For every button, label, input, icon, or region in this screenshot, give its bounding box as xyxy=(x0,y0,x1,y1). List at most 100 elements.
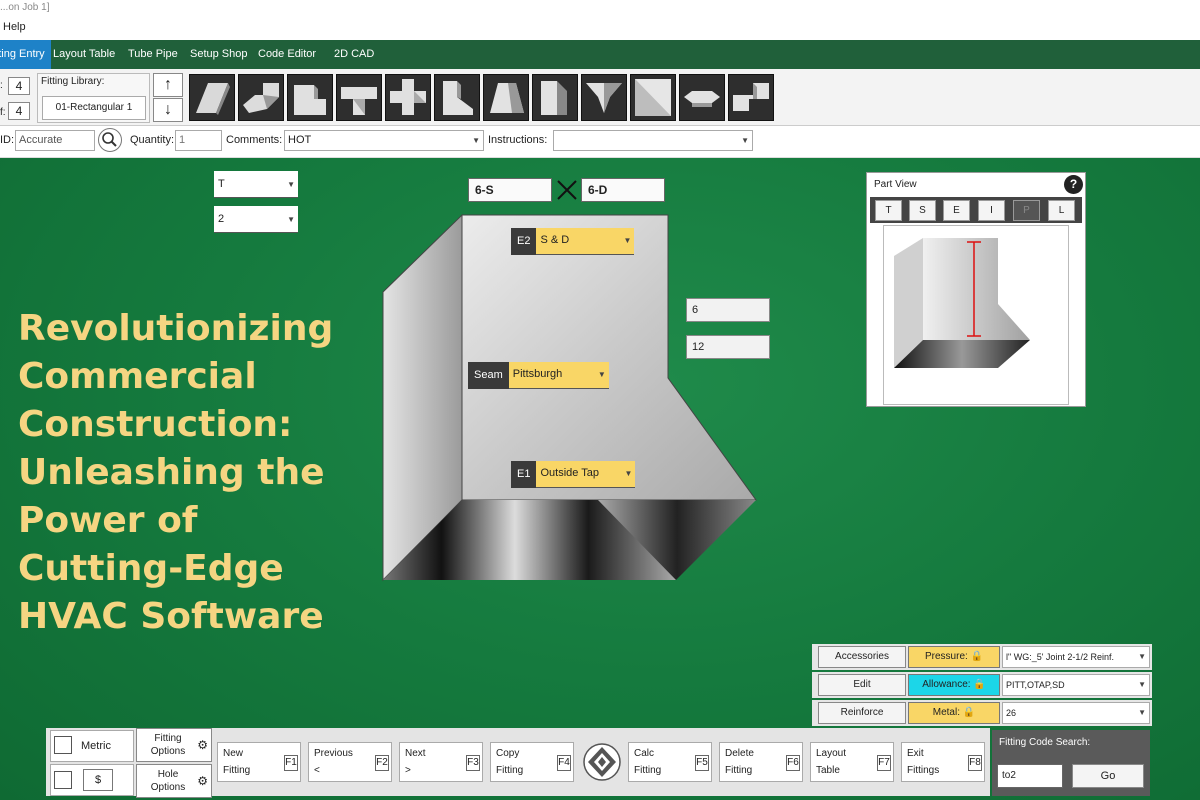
quantity-input[interactable]: 1 xyxy=(175,130,222,151)
end-1-connector[interactable]: E1 Outside Tap ▼ xyxy=(511,461,636,488)
wye-icon[interactable] xyxy=(434,74,480,121)
hole-options-button[interactable]: Hole Options ⚙ xyxy=(136,764,212,798)
tab-tube-pipe[interactable]: Tube Pipe xyxy=(122,40,184,69)
metric-checkbox[interactable] xyxy=(54,736,72,754)
part-view-title: Part View xyxy=(874,179,917,190)
button-line-1: Next xyxy=(405,748,426,759)
offset-icon[interactable] xyxy=(238,74,284,121)
tab-code-editor[interactable]: Code Editor xyxy=(252,40,322,69)
library-up-button[interactable]: ↑ xyxy=(153,73,183,97)
square-panel-icon[interactable] xyxy=(630,74,676,121)
ribbon-tabs: Fitting Entry Layout Table Tube Pipe Set… xyxy=(0,40,1200,69)
search-button[interactable] xyxy=(98,128,122,152)
chevron-down-icon: ▼ xyxy=(1138,680,1146,689)
id-input[interactable]: Accurate xyxy=(15,130,95,151)
end-1-select[interactable]: Outside Tap ▼ xyxy=(536,461,636,488)
copy-fitting-button[interactable]: Copy Fitting F4 xyxy=(490,742,574,782)
id-label: ID: xyxy=(0,134,15,146)
dimension-left-input[interactable]: 6-S xyxy=(468,178,552,202)
tab-2d-cad[interactable]: 2D CAD xyxy=(328,40,380,69)
fitting-code-search-input[interactable]: to2 xyxy=(997,764,1063,788)
currency-toggle[interactable]: $ xyxy=(50,764,134,796)
edit-button[interactable]: Edit xyxy=(818,674,906,696)
pressure-value: l" WG:_5' Joint 2-1/2 Reinf. xyxy=(1006,652,1114,662)
length-input[interactable]: 12 xyxy=(686,335,770,359)
chevron-down-icon: ▼ xyxy=(1138,652,1146,661)
transition-icon[interactable] xyxy=(483,74,529,121)
pressure-select[interactable]: l" WG:_5' Joint 2-1/2 Reinf. ▼ xyxy=(1002,646,1150,668)
currency-checkbox[interactable] xyxy=(54,771,72,789)
delete-fitting-button[interactable]: Delete Fitting F6 xyxy=(719,742,803,782)
view-tab-end[interactable]: E xyxy=(943,200,970,221)
button-line-2: > xyxy=(405,765,411,776)
select-t[interactable]: T ▼ xyxy=(214,171,298,198)
previous-button[interactable]: Previous < F2 xyxy=(308,742,392,782)
gear-icon: ⚙ xyxy=(197,738,208,752)
fitting-toolbar: : 4 f: 4 Fitting Library: 01-Rectangular… xyxy=(0,69,1200,126)
tab-layout-table[interactable]: Layout Table xyxy=(47,40,121,69)
elbow-icon[interactable] xyxy=(287,74,333,121)
field-b-label: f: xyxy=(0,107,6,118)
chevron-down-icon: ▼ xyxy=(597,370,606,379)
hero-line: Cutting-Edge xyxy=(18,548,284,589)
select-2[interactable]: 2 ▼ xyxy=(214,206,298,233)
metal-select[interactable]: 26 ▼ xyxy=(1002,702,1150,724)
button-line-2: Fitting xyxy=(223,765,251,776)
currency-button[interactable]: $ xyxy=(83,769,113,791)
library-down-button[interactable]: ↓ xyxy=(153,98,183,122)
comments-select[interactable]: HOT ▼ xyxy=(284,130,484,151)
menu-help[interactable]: Help xyxy=(3,21,26,33)
tee-icon[interactable] xyxy=(336,74,382,121)
seam-select[interactable]: Pittsburgh ▼ xyxy=(508,362,609,389)
new-fitting-button[interactable]: New Fitting F1 xyxy=(217,742,301,782)
tab-fitting-entry[interactable]: Fitting Entry xyxy=(0,40,51,69)
go-button[interactable]: Go xyxy=(1072,764,1144,788)
view-tab-p[interactable]: P xyxy=(1013,200,1040,221)
comments-value: HOT xyxy=(288,134,312,146)
depth-input[interactable]: 6 xyxy=(686,298,770,322)
fitting-options-button[interactable]: Fitting Options ⚙ xyxy=(136,728,212,762)
view-tab-side[interactable]: S xyxy=(909,200,936,221)
window-title: ...on Job 1] xyxy=(0,0,1200,17)
end-cap-icon[interactable] xyxy=(532,74,578,121)
function-key-badge: F6 xyxy=(786,755,800,771)
metric-toggle[interactable]: Metric xyxy=(50,730,134,762)
field-a-input[interactable]: 4 xyxy=(8,77,30,95)
reducer-icon[interactable] xyxy=(581,74,627,121)
chevron-down-icon: ▼ xyxy=(287,180,295,189)
help-icon[interactable]: ? xyxy=(1064,175,1083,194)
end-2-connector[interactable]: E2 S & D ▼ xyxy=(511,228,635,255)
calc-fitting-button[interactable]: Calc Fitting F5 xyxy=(628,742,712,782)
button-line-1: Calc xyxy=(634,748,655,759)
view-tab-iso[interactable]: I xyxy=(978,200,1005,221)
field-b-input[interactable]: 4 xyxy=(8,102,30,120)
fitting-library-select[interactable]: 01-Rectangular 1 xyxy=(42,96,146,120)
next-button[interactable]: Next > F3 xyxy=(399,742,483,782)
instructions-select[interactable]: ▼ xyxy=(553,130,753,151)
metric-label: Metric xyxy=(81,740,111,752)
cross-icon[interactable] xyxy=(385,74,431,121)
view-tab-l[interactable]: L xyxy=(1048,200,1075,221)
menu-bar: Help xyxy=(0,17,1200,39)
exit-fittings-button[interactable]: Exit Fittings F8 xyxy=(901,742,985,782)
quantity-label: Quantity: xyxy=(130,134,175,146)
layout-table-button[interactable]: Layout Table F7 xyxy=(810,742,894,782)
saddle-icon[interactable] xyxy=(679,74,725,121)
tab-setup-shop[interactable]: Setup Shop xyxy=(184,40,254,69)
fitting-fields-row: ID: Accurate Quantity: 1 Comments: HOT ▼… xyxy=(0,126,1200,158)
reinforce-button[interactable]: Reinforce xyxy=(818,702,906,724)
straight-duct-icon[interactable] xyxy=(189,74,235,121)
function-key-badge: F8 xyxy=(968,755,982,771)
fitting-3d-drawing xyxy=(382,213,757,582)
accessories-button[interactable]: Accessories xyxy=(818,646,906,668)
allowance-select[interactable]: PITT,OTAP,SD ▼ xyxy=(1002,674,1150,696)
step-offset-icon[interactable] xyxy=(728,74,774,121)
seam-connector[interactable]: Seam Pittsburgh ▼ xyxy=(468,362,609,389)
chevron-down-icon: ▼ xyxy=(624,469,633,478)
view-tab-top[interactable]: T xyxy=(875,200,902,221)
end-2-select[interactable]: S & D ▼ xyxy=(536,228,635,255)
swap-x-icon[interactable] xyxy=(555,178,579,202)
dimension-right-input[interactable]: 6-D xyxy=(581,178,665,202)
part-preview-drawing xyxy=(894,238,1030,368)
end-2-value: S & D xyxy=(540,234,570,246)
